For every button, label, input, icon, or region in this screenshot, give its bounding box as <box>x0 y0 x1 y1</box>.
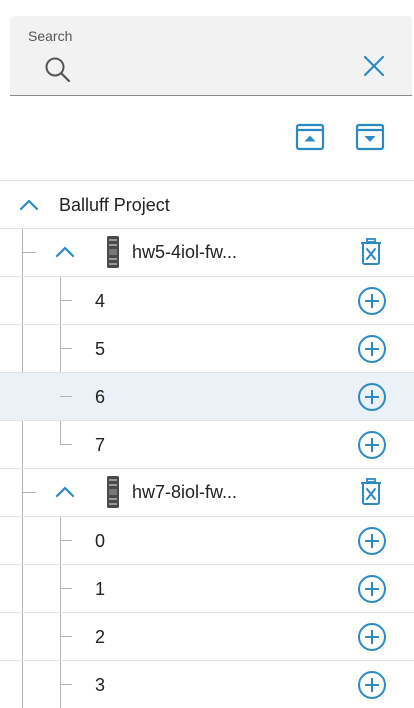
search-icon <box>45 57 71 83</box>
clear-search-button[interactable] <box>348 40 400 92</box>
port-label: 7 <box>95 435 106 455</box>
add-button[interactable] <box>357 430 387 460</box>
port-label: 1 <box>95 579 106 599</box>
io-module-icon <box>107 236 119 268</box>
tree-line <box>60 444 72 445</box>
tree-item-port[interactable]: 7 <box>0 421 414 468</box>
tree-item-device[interactable]: hw7-8iol-fw... <box>0 469 414 516</box>
port-label: 6 <box>95 387 106 407</box>
port-label: 5 <box>95 339 106 359</box>
tree-line <box>22 492 36 493</box>
collapse-all-button[interactable] <box>295 122 325 152</box>
tree-line <box>22 252 36 253</box>
tree-line <box>60 300 72 301</box>
tree-line <box>60 588 72 589</box>
tree-line <box>60 396 72 397</box>
tree-item-device[interactable]: hw5-4iol-fw... <box>0 229 414 276</box>
port-label: 3 <box>95 675 106 695</box>
device-label: hw7-8iol-fw... <box>132 482 238 502</box>
chevron-up-icon[interactable] <box>54 245 76 259</box>
delete-button[interactable] <box>360 238 382 266</box>
tree-item-port[interactable]: 2 <box>0 613 414 660</box>
tree-line <box>60 636 72 637</box>
tree-item-port[interactable]: 4 <box>0 277 414 324</box>
port-label: 2 <box>95 627 106 647</box>
chevron-up-icon[interactable] <box>18 198 40 212</box>
tree-item-port[interactable]: 3 <box>0 661 414 708</box>
delete-button[interactable] <box>360 478 382 506</box>
project-label: Balluff Project <box>59 195 170 215</box>
add-button[interactable] <box>357 334 387 364</box>
port-label: 0 <box>95 531 106 551</box>
tree-item-project[interactable]: Balluff Project <box>0 181 414 228</box>
add-button[interactable] <box>357 574 387 604</box>
tree-item-port-selected[interactable]: 6 <box>0 373 414 420</box>
close-icon <box>363 55 385 77</box>
search-box: Search <box>10 16 412 96</box>
tree-item-port[interactable]: 0 <box>0 517 414 564</box>
tree-line <box>60 540 72 541</box>
add-button[interactable] <box>357 670 387 700</box>
tree-line <box>60 348 72 349</box>
add-button[interactable] <box>357 622 387 652</box>
add-button[interactable] <box>357 526 387 556</box>
search-input[interactable] <box>80 60 334 84</box>
search-label: Search <box>28 28 73 44</box>
io-module-icon <box>107 476 119 508</box>
tree-item-port[interactable]: 1 <box>0 565 414 612</box>
chevron-up-icon[interactable] <box>54 485 76 499</box>
tree-item-port[interactable]: 5 <box>0 325 414 372</box>
expand-all-button[interactable] <box>355 122 385 152</box>
add-button[interactable] <box>357 286 387 316</box>
port-label: 4 <box>95 291 106 311</box>
device-label: hw5-4iol-fw... <box>132 242 238 262</box>
tree-line <box>60 684 72 685</box>
add-button[interactable] <box>357 382 387 412</box>
